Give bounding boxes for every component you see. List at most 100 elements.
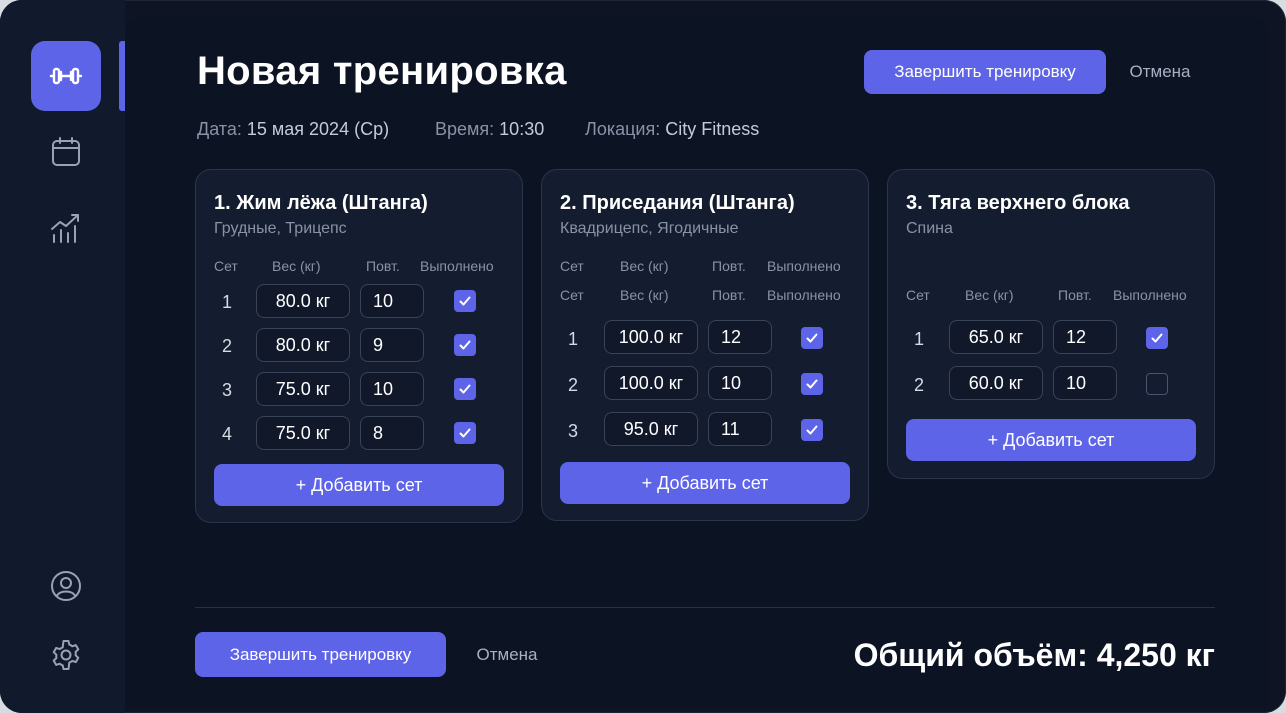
weight-input[interactable]: 100.0 кг: [604, 366, 698, 400]
col-set: Сет: [214, 258, 238, 274]
sidebar: [0, 0, 125, 713]
weight-input[interactable]: 75.0 кг: [256, 372, 350, 406]
set-done-checkbox[interactable]: [454, 422, 476, 444]
add-set-button[interactable]: + Добавить сет: [214, 464, 504, 506]
checkmark-icon: [806, 333, 818, 343]
stats-chart-icon: [51, 214, 79, 243]
exercise-title: 1. Жим лёжа (Штанга): [214, 192, 428, 214]
exercise-muscles: Грудные, Трицепс: [214, 220, 347, 237]
weight-input[interactable]: 100.0 кг: [604, 320, 698, 354]
col-done: Выполнено: [1113, 287, 1187, 303]
reps-input[interactable]: 10: [360, 372, 424, 406]
weight-input[interactable]: 65.0 кг: [949, 320, 1043, 354]
exercise-title: 2. Приседания (Штанга): [560, 192, 795, 214]
workout-location: Локация: City Fitness: [585, 119, 759, 140]
set-number: 1: [221, 292, 232, 312]
exercise-muscles: Спина: [906, 220, 953, 237]
add-set-button[interactable]: + Добавить сет: [906, 419, 1196, 461]
set-done-checkbox[interactable]: [454, 334, 476, 356]
set-number: 2: [567, 375, 578, 395]
set-done-checkbox[interactable]: [801, 327, 823, 349]
reps-input[interactable]: 11: [708, 412, 772, 446]
exercise-card-bench-press: 1. Жим лёжа (Штанга) Грудные, Трицепс Се…: [195, 169, 523, 523]
col-weight: Вес (кг): [620, 287, 669, 303]
set-number: 3: [221, 380, 232, 400]
total-volume-value: 4,250 кг: [1096, 637, 1215, 673]
col-set: Сет: [906, 287, 930, 303]
col-set: Сет: [560, 258, 584, 274]
checkmark-icon: [459, 340, 471, 350]
set-done-checkbox[interactable]: [801, 419, 823, 441]
checkmark-icon: [806, 379, 818, 389]
reps-input[interactable]: 10: [708, 366, 772, 400]
set-number: 2: [913, 375, 924, 395]
col-weight: Вес (кг): [272, 258, 321, 274]
col-reps: Повт.: [712, 287, 746, 303]
total-volume-label: Общий объём:: [853, 637, 1088, 673]
footer-divider: [195, 607, 1215, 608]
sidebar-item-profile[interactable]: [31, 551, 101, 621]
date-value: 15 мая 2024 (Ср): [246, 119, 390, 139]
sidebar-item-calendar[interactable]: [31, 117, 101, 187]
set-done-checkbox[interactable]: [454, 290, 476, 312]
col-set: Сет: [560, 287, 584, 303]
col-weight: Вес (кг): [965, 287, 1014, 303]
checkmark-icon: [806, 425, 818, 435]
checkmark-icon: [1151, 333, 1163, 343]
set-number: 3: [567, 421, 578, 441]
exercise-card-lat-pulldown: 3. Тяга верхнего блока Спина Сет Вес (кг…: [887, 169, 1215, 479]
col-reps: Повт.: [366, 258, 400, 274]
reps-input[interactable]: 10: [360, 284, 424, 318]
sidebar-item-settings[interactable]: [31, 620, 101, 690]
checkmark-icon: [459, 384, 471, 394]
cancel-button[interactable]: Отмена: [1115, 50, 1205, 94]
exercise-card-squat: 2. Приседания (Штанга) Квадрицепс, Ягоди…: [541, 169, 869, 521]
col-weight: Вес (кг): [620, 258, 669, 274]
weight-input[interactable]: 80.0 кг: [256, 284, 350, 318]
footer-finish-workout-button[interactable]: Завершить тренировку: [195, 632, 446, 677]
set-number: 1: [567, 329, 578, 349]
reps-input[interactable]: 10: [1053, 366, 1117, 400]
set-done-checkbox[interactable]: [1146, 373, 1168, 395]
set-number: 2: [221, 336, 232, 356]
main-panel: Новая тренировка Завершить тренировку От…: [125, 17, 1269, 707]
reps-input[interactable]: 8: [360, 416, 424, 450]
date-label: Дата:: [197, 119, 242, 139]
sidebar-item-stats[interactable]: [31, 193, 101, 263]
calendar-icon: [52, 137, 80, 166]
workout-date: Дата: 15 мая 2024 (Ср): [197, 119, 389, 140]
profile-icon: [51, 571, 81, 601]
add-set-button[interactable]: + Добавить сет: [560, 462, 850, 504]
exercise-muscles: Квадрицепс, Ягодичные: [560, 220, 739, 237]
set-number: 4: [221, 424, 232, 444]
set-done-checkbox[interactable]: [1146, 327, 1168, 349]
reps-input[interactable]: 12: [708, 320, 772, 354]
weight-input[interactable]: 95.0 кг: [604, 412, 698, 446]
checkmark-icon: [459, 428, 471, 438]
weight-input[interactable]: 80.0 кг: [256, 328, 350, 362]
dumbbell-icon: [49, 67, 83, 85]
set-done-checkbox[interactable]: [801, 373, 823, 395]
col-reps: Повт.: [1058, 287, 1092, 303]
exercise-title: 3. Тяга верхнего блока: [906, 192, 1130, 214]
footer-cancel-button[interactable]: Отмена: [457, 632, 557, 677]
set-done-checkbox[interactable]: [454, 378, 476, 400]
reps-input[interactable]: 9: [360, 328, 424, 362]
time-label: Время:: [435, 119, 495, 139]
location-value: City Fitness: [665, 119, 760, 139]
gear-icon: [52, 640, 80, 670]
col-reps: Повт.: [712, 258, 746, 274]
finish-workout-button[interactable]: Завершить тренировку: [864, 50, 1106, 94]
set-number: 1: [913, 329, 924, 349]
sidebar-item-workout[interactable]: [31, 41, 101, 111]
location-label: Локация:: [585, 119, 661, 139]
total-volume: Общий объём: 4,250 кг: [854, 637, 1215, 674]
page-title: Новая тренировка: [197, 49, 567, 93]
weight-input[interactable]: 75.0 кг: [256, 416, 350, 450]
col-done: Выполнено: [767, 258, 841, 274]
workout-time: Время: 10:30: [435, 119, 544, 140]
weight-input[interactable]: 60.0 кг: [949, 366, 1043, 400]
col-done: Выполнено: [420, 258, 494, 274]
app-window: Новая тренировка Завершить тренировку От…: [0, 0, 1286, 713]
reps-input[interactable]: 12: [1053, 320, 1117, 354]
